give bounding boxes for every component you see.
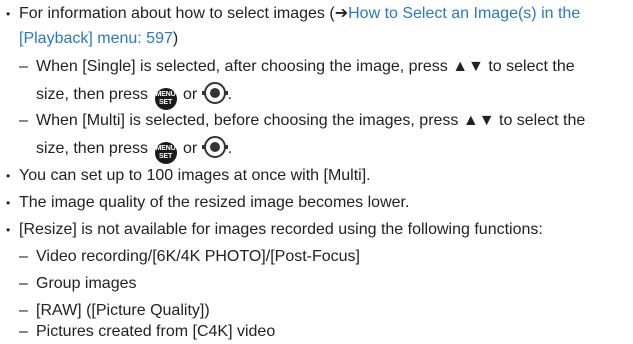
function-text: Group images [36, 275, 137, 292]
link-how-to-select-image[interactable]: How to Select an Image(s) in the [348, 5, 580, 22]
bullet-text: The image quality of the resized image b… [19, 194, 410, 211]
sub-item-text: size, then press [36, 86, 149, 103]
sub-item-text: When [Single] is selected, after choosin… [36, 58, 575, 75]
bullet-glyph: • [6, 196, 11, 210]
period-text: . [227, 140, 233, 157]
function-text: Video recording/[6K/4K PHOTO]/[Post-Focu… [36, 248, 360, 265]
arrow-icon: ➔ [334, 5, 349, 22]
function-text: Pictures created from [C4K] video [36, 323, 276, 340]
sub-item-single-line2: size, then press MENU SET or . [36, 82, 233, 110]
bullet-text: For information about how to select imag… [19, 5, 335, 22]
sub-item-multi-line2: size, then press MENU SET or . [36, 136, 233, 164]
link-playback-menu-page[interactable]: [Playback] menu: 597 [19, 30, 173, 47]
dash-glyph: – [19, 58, 28, 75]
sub-item-text: When [Multi] is selected, before choosin… [36, 112, 586, 129]
bullet-glyph: • [6, 7, 11, 21]
dash-glyph: – [19, 248, 28, 265]
period-text: . [227, 86, 233, 103]
or-text: or [182, 140, 198, 157]
document-page: • For information about how to select im… [0, 0, 633, 344]
dash-glyph: – [19, 323, 28, 340]
sub-item-text: size, then press [36, 140, 149, 157]
menu-set-button-icon: MENU SET [154, 88, 177, 110]
bullet-glyph: • [6, 223, 11, 237]
bullet-glyph: • [6, 169, 11, 183]
bullet-continuation: [Playback] menu: 597) [19, 28, 178, 50]
function-text: [RAW] ([Picture Quality]) [36, 302, 210, 319]
control-dial-icon [201, 136, 228, 158]
menu-set-button-icon: MENU SET [154, 142, 177, 164]
dash-glyph: – [19, 112, 28, 129]
dash-glyph: – [19, 275, 28, 292]
closing-paren: ) [172, 30, 179, 47]
or-text: or [182, 86, 198, 103]
bullet-text: [Resize] is not available for images rec… [19, 221, 543, 238]
control-dial-icon [201, 82, 228, 104]
bullet-text: You can set up to 100 images at once wit… [19, 167, 371, 184]
dash-glyph: – [19, 302, 28, 319]
